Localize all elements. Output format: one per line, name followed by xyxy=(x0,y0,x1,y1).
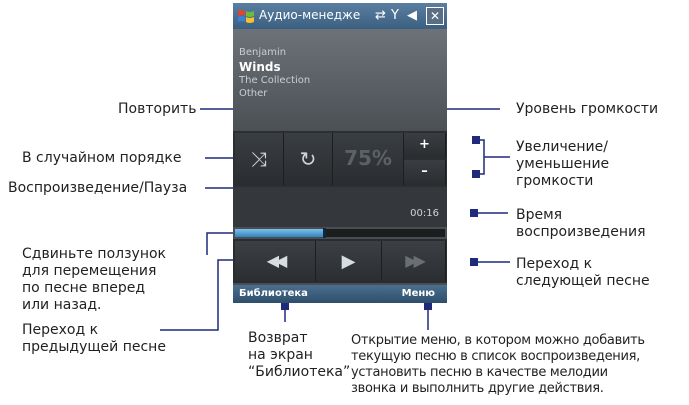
previous-icon: ◀◀ xyxy=(266,251,288,270)
control-row: ⤨ ↻ 75% + – xyxy=(233,131,447,187)
seek-progress-fill xyxy=(235,229,325,237)
marker-volume-down xyxy=(472,170,480,178)
callout-previous: Переход к предыдущей песне xyxy=(22,322,166,355)
track-title: Winds xyxy=(239,60,281,74)
close-icon: ✕ xyxy=(429,9,441,23)
status-area: 00:16 xyxy=(233,187,447,227)
leader-volume-adjust xyxy=(476,139,485,175)
track-album: The Collection xyxy=(239,75,311,86)
repeat-button[interactable]: ↻ xyxy=(284,133,333,185)
play-button[interactable]: ▶ xyxy=(316,241,382,281)
menu-softkey[interactable]: Меню xyxy=(402,288,435,299)
callout-next: Переход к следующей песне xyxy=(516,256,650,289)
leader-previous xyxy=(160,259,238,331)
volume-down-button[interactable]: – xyxy=(404,160,446,185)
volume-level: 75% xyxy=(333,133,404,185)
app-title: Аудио-менеджe xyxy=(259,8,361,22)
marker-menu xyxy=(424,302,432,310)
seek-thumb[interactable] xyxy=(323,228,326,238)
windows-flag-icon[interactable] xyxy=(237,7,255,25)
softkey-bar: Библиотека Меню xyxy=(233,285,447,303)
marker-next xyxy=(470,258,478,266)
marker-play-time xyxy=(470,209,478,217)
minus-icon: – xyxy=(421,164,428,179)
repeat-icon: ↻ xyxy=(299,147,317,171)
close-button[interactable]: ✕ xyxy=(426,7,444,25)
next-icon: ▶▶ xyxy=(405,251,426,270)
volume-up-button[interactable]: + xyxy=(404,133,446,158)
seek-slider[interactable] xyxy=(235,228,445,238)
shuffle-icon: ⤨ xyxy=(251,147,267,171)
play-icon: ▶ xyxy=(341,251,356,272)
marker-library xyxy=(281,302,289,310)
plus-icon: + xyxy=(419,137,430,152)
marker-volume-up xyxy=(472,136,480,144)
previous-button[interactable]: ◀◀ xyxy=(235,241,316,281)
callout-menu: Открытие меню, в котором можно добавить … xyxy=(351,333,645,396)
connectivity-icon[interactable]: ⇄ xyxy=(375,8,386,23)
volume-percent: 75% xyxy=(344,146,392,170)
callout-play-time: Время воспроизведения xyxy=(516,207,646,240)
transport-row: ◀◀ ▶ ▶▶ xyxy=(233,239,447,283)
callout-shuffle: В случайном порядке xyxy=(22,150,182,166)
shuffle-button[interactable]: ⤨ xyxy=(235,133,284,185)
device-screen: Аудио-менеджe ⇄ Y ◀ ✕ Benjamin Winds The… xyxy=(233,3,447,303)
track-info: Benjamin Winds The Collection Other xyxy=(233,29,447,131)
speaker-icon[interactable]: ◀ xyxy=(407,8,417,23)
no-signal-icon[interactable]: Y xyxy=(391,8,399,23)
callout-repeat: Повторить xyxy=(118,101,197,117)
callout-library: Возврат на экран “Библиотека” xyxy=(248,330,351,380)
track-genre: Other xyxy=(239,88,268,99)
library-softkey[interactable]: Библиотека xyxy=(239,288,308,299)
callout-volume-adjust: Увеличение/ уменьшение громкости xyxy=(516,139,610,189)
callout-seek: Сдвиньте ползунок для перемещения по пес… xyxy=(22,246,166,313)
callout-play-pause: Воспроизведение/Пауза xyxy=(8,180,188,196)
elapsed-time: 00:16 xyxy=(410,208,439,219)
title-bar: Аудио-менеджe ⇄ Y ◀ ✕ xyxy=(233,3,447,29)
callout-volume-level: Уровень громкости xyxy=(516,101,659,117)
track-artist: Benjamin xyxy=(239,47,287,58)
next-button[interactable]: ▶▶ xyxy=(382,241,446,281)
